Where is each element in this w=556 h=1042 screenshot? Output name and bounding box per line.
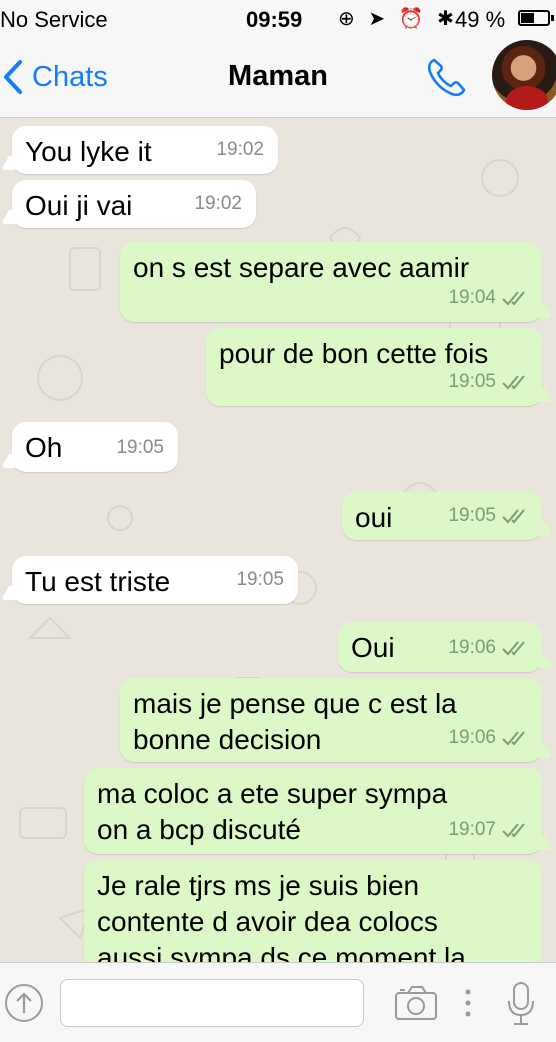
- message-time: 19:06: [448, 637, 496, 658]
- message-text: Tu est triste: [25, 566, 171, 597]
- message-meta: 19:07: [448, 812, 528, 848]
- message-input[interactable]: [60, 979, 364, 1027]
- read-receipt-icon: [502, 375, 525, 390]
- message-text: oui: [355, 502, 393, 533]
- back-label: Chats: [32, 60, 108, 93]
- read-receipt-icon: [502, 641, 525, 656]
- outgoing-message[interactable]: Je rale tjrs ms je suis bien contente d a…: [84, 860, 542, 962]
- battery-percent: 49 %: [455, 7, 506, 32]
- microphone-button[interactable]: [506, 981, 536, 1027]
- incoming-message[interactable]: Oui ji vai 19:02: [0, 180, 256, 228]
- carrier-label: No Service: [0, 7, 108, 32]
- message-time: 19:04: [448, 287, 496, 308]
- message-text: You lyke it: [25, 136, 152, 167]
- message-meta: 19:05: [236, 562, 284, 598]
- outgoing-message[interactable]: pour de bon cette fois 19:05: [206, 328, 554, 406]
- phone-icon: [427, 58, 466, 97]
- chevron-left-icon: [4, 60, 22, 94]
- read-receipt-icon: [502, 731, 525, 746]
- outgoing-message[interactable]: Oui 19:06: [338, 622, 554, 672]
- message-text: ma coloc a ete super sympa on a bcp discu…: [97, 776, 447, 848]
- message-time: 19:05: [116, 437, 164, 458]
- message-line: bonne decision: [133, 724, 322, 755]
- message-time: 19:05: [448, 505, 496, 526]
- more-dots-icon: [465, 989, 471, 1017]
- battery-icon: [518, 10, 554, 26]
- message-line: contente d avoir dea colocs: [97, 906, 438, 937]
- chat-header: Chats Maman: [0, 38, 556, 118]
- message-meta: 19:06: [448, 630, 528, 666]
- message-time: 19:02: [216, 139, 264, 160]
- incoming-message[interactable]: Oh 19:05: [0, 422, 178, 472]
- message-meta: 19:05: [448, 364, 528, 400]
- outgoing-message[interactable]: on s est separe avec aamir 19:04: [120, 242, 554, 322]
- status-bar: No Service 09:59 ⊕ ➤ ⏰ ✱ 49 %: [0, 0, 556, 38]
- outgoing-message[interactable]: oui 19:05: [342, 492, 554, 540]
- message-meta: 19:02: [216, 132, 264, 168]
- message-text: Oui: [351, 632, 395, 663]
- outgoing-message[interactable]: ma coloc a ete super sympa on a bcp discu…: [84, 768, 554, 854]
- clock: 09:59: [246, 7, 303, 32]
- message-line: mais je pense que c est la: [133, 688, 457, 719]
- message-text: mais je pense que c est la bonne decision: [133, 686, 457, 758]
- message-line: aussi sympa ds ce moment la: [97, 942, 466, 962]
- incoming-message[interactable]: Tu est triste 19:05: [0, 556, 298, 604]
- message-time: 19:05: [448, 371, 496, 392]
- more-button[interactable]: [458, 985, 478, 1021]
- message-meta: 19:06: [448, 720, 528, 756]
- incoming-message[interactable]: You lyke it 19:02: [0, 126, 278, 174]
- contact-avatar[interactable]: [492, 40, 556, 110]
- message-meta: 19:05: [448, 498, 528, 534]
- share-button[interactable]: [4, 983, 44, 1023]
- message-text: Je rale tjrs ms je suis bien contente d a…: [97, 868, 466, 962]
- message-text: on s est separe avec aamir: [133, 252, 470, 283]
- message-line: on a bcp discuté: [97, 814, 301, 845]
- read-receipt-icon: [502, 291, 525, 306]
- message-time: 19:05: [236, 569, 284, 590]
- message-time: 19:06: [448, 727, 496, 748]
- outgoing-message[interactable]: mais je pense que c est la bonne decision…: [120, 678, 554, 762]
- message-text: Oui ji vai: [25, 190, 133, 221]
- back-button[interactable]: Chats: [0, 52, 108, 102]
- read-receipt-icon: [502, 823, 525, 838]
- read-receipt-icon: [502, 509, 525, 524]
- message-meta: 19:04: [448, 280, 528, 316]
- message-list[interactable]: You lyke it 19:02 Oui ji vai 19:02 on s est …: [0, 118, 556, 962]
- message-meta: 19:05: [116, 430, 164, 466]
- share-arrow-icon: [5, 984, 43, 1022]
- message-time: 19:07: [448, 819, 496, 840]
- compose-bar: [0, 962, 556, 1042]
- message-line: ma coloc a ete super sympa: [97, 778, 448, 809]
- message-time: 19:02: [194, 193, 242, 214]
- camera-button[interactable]: [392, 983, 440, 1023]
- message-text: Oh: [25, 432, 63, 463]
- microphone-icon: [508, 982, 534, 1025]
- status-icons: ⊕ ➤ ⏰ ✱: [338, 8, 458, 30]
- call-button[interactable]: [424, 54, 470, 100]
- camera-icon: [395, 986, 437, 1020]
- message-meta: 19:02: [194, 186, 242, 222]
- message-line: Je rale tjrs ms je suis bien: [97, 870, 420, 901]
